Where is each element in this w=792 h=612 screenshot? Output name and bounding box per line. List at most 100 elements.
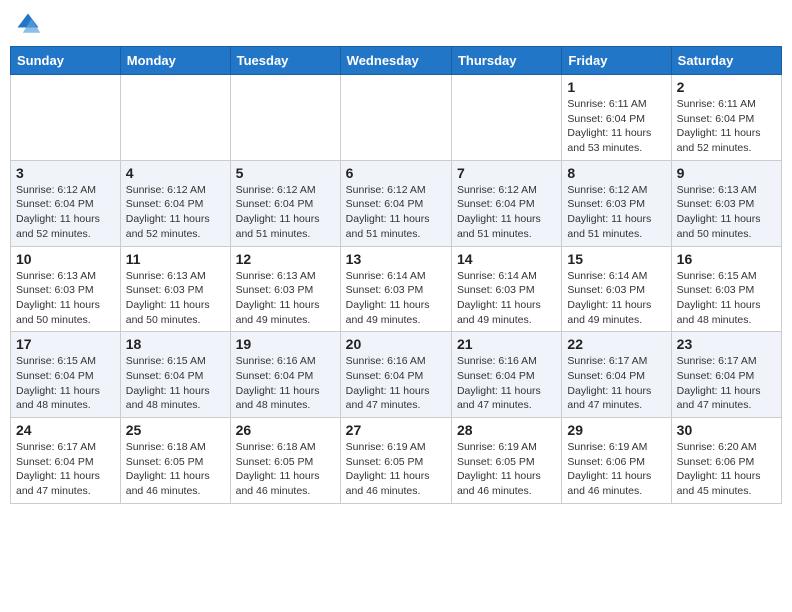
day-info: Sunrise: 6:17 AM Sunset: 6:04 PM Dayligh… — [16, 440, 115, 499]
calendar-table: SundayMondayTuesdayWednesdayThursdayFrid… — [10, 46, 782, 504]
calendar-cell: 18 Sunrise: 6:15 AM Sunset: 6:04 PM Dayli… — [120, 332, 230, 418]
calendar-week-row: 1 Sunrise: 6:11 AM Sunset: 6:04 PM Daylig… — [11, 75, 782, 161]
day-number: 1 — [567, 79, 665, 95]
calendar-day-header: Tuesday — [230, 47, 340, 75]
calendar-cell: 28 Sunrise: 6:19 AM Sunset: 6:05 PM Dayli… — [451, 418, 561, 504]
calendar-cell: 30 Sunrise: 6:20 AM Sunset: 6:06 PM Dayli… — [671, 418, 781, 504]
day-number: 26 — [236, 422, 335, 438]
day-number: 4 — [126, 165, 225, 181]
day-number: 13 — [346, 251, 446, 267]
page-header — [10, 10, 782, 38]
calendar-cell — [11, 75, 121, 161]
calendar-cell: 22 Sunrise: 6:17 AM Sunset: 6:04 PM Dayli… — [562, 332, 671, 418]
day-info: Sunrise: 6:11 AM Sunset: 6:04 PM Dayligh… — [677, 97, 776, 156]
day-number: 22 — [567, 336, 665, 352]
calendar-cell: 5Sunrise: 6:12 AM Sunset: 6:04 PM Daylig… — [230, 160, 340, 246]
calendar-cell: 11Sunrise: 6:13 AM Sunset: 6:03 PM Dayli… — [120, 246, 230, 332]
day-info: Sunrise: 6:19 AM Sunset: 6:05 PM Dayligh… — [457, 440, 556, 499]
day-number: 28 — [457, 422, 556, 438]
calendar-cell: 7Sunrise: 6:12 AM Sunset: 6:04 PM Daylig… — [451, 160, 561, 246]
calendar-cell: 25 Sunrise: 6:18 AM Sunset: 6:05 PM Dayli… — [120, 418, 230, 504]
day-info: Sunrise: 6:18 AM Sunset: 6:05 PM Dayligh… — [236, 440, 335, 499]
calendar-day-header: Friday — [562, 47, 671, 75]
calendar-cell: 3 Sunrise: 6:12 AM Sunset: 6:04 PM Daylig… — [11, 160, 121, 246]
day-number: 29 — [567, 422, 665, 438]
calendar-day-header: Saturday — [671, 47, 781, 75]
logo-icon — [14, 10, 42, 38]
calendar-cell: 17 Sunrise: 6:15 AM Sunset: 6:04 PM Dayli… — [11, 332, 121, 418]
day-info: Sunrise: 6:16 AM Sunset: 6:04 PM Dayligh… — [457, 354, 556, 413]
calendar-cell: 29 Sunrise: 6:19 AM Sunset: 6:06 PM Dayli… — [562, 418, 671, 504]
calendar-cell: 8 Sunrise: 6:12 AM Sunset: 6:03 PM Daylig… — [562, 160, 671, 246]
day-info: Sunrise: 6:12 AM Sunset: 6:04 PM Dayligh… — [457, 183, 556, 242]
day-info: Sunrise: 6:20 AM Sunset: 6:06 PM Dayligh… — [677, 440, 776, 499]
calendar-cell — [230, 75, 340, 161]
day-number: 12 — [236, 251, 335, 267]
calendar-cell: 19Sunrise: 6:16 AM Sunset: 6:04 PM Dayli… — [230, 332, 340, 418]
calendar-cell: 14 Sunrise: 6:14 AM Sunset: 6:03 PM Dayli… — [451, 246, 561, 332]
day-info: Sunrise: 6:19 AM Sunset: 6:06 PM Dayligh… — [567, 440, 665, 499]
day-info: Sunrise: 6:14 AM Sunset: 6:03 PM Dayligh… — [346, 269, 446, 328]
day-number: 11 — [126, 251, 225, 267]
day-info: Sunrise: 6:19 AM Sunset: 6:05 PM Dayligh… — [346, 440, 446, 499]
calendar-cell — [120, 75, 230, 161]
day-info: Sunrise: 6:12 AM Sunset: 6:03 PM Dayligh… — [567, 183, 665, 242]
calendar-cell: 13 Sunrise: 6:14 AM Sunset: 6:03 PM Dayli… — [340, 246, 451, 332]
day-number: 14 — [457, 251, 556, 267]
calendar-week-row: 17 Sunrise: 6:15 AM Sunset: 6:04 PM Dayli… — [11, 332, 782, 418]
calendar-cell: 27Sunrise: 6:19 AM Sunset: 6:05 PM Dayli… — [340, 418, 451, 504]
day-number: 10 — [16, 251, 115, 267]
day-number: 2 — [677, 79, 776, 95]
calendar-cell — [340, 75, 451, 161]
day-info: Sunrise: 6:12 AM Sunset: 6:04 PM Dayligh… — [236, 183, 335, 242]
day-number: 21 — [457, 336, 556, 352]
day-info: Sunrise: 6:13 AM Sunset: 6:03 PM Dayligh… — [677, 183, 776, 242]
day-number: 19 — [236, 336, 335, 352]
day-number: 17 — [16, 336, 115, 352]
day-number: 3 — [16, 165, 115, 181]
day-info: Sunrise: 6:15 AM Sunset: 6:04 PM Dayligh… — [126, 354, 225, 413]
day-number: 25 — [126, 422, 225, 438]
day-info: Sunrise: 6:14 AM Sunset: 6:03 PM Dayligh… — [567, 269, 665, 328]
day-number: 23 — [677, 336, 776, 352]
day-number: 15 — [567, 251, 665, 267]
calendar-cell: 9 Sunrise: 6:13 AM Sunset: 6:03 PM Daylig… — [671, 160, 781, 246]
day-info: Sunrise: 6:15 AM Sunset: 6:03 PM Dayligh… — [677, 269, 776, 328]
day-info: Sunrise: 6:13 AM Sunset: 6:03 PM Dayligh… — [236, 269, 335, 328]
day-info: Sunrise: 6:12 AM Sunset: 6:04 PM Dayligh… — [16, 183, 115, 242]
day-info: Sunrise: 6:11 AM Sunset: 6:04 PM Dayligh… — [567, 97, 665, 156]
calendar-cell: 23Sunrise: 6:17 AM Sunset: 6:04 PM Dayli… — [671, 332, 781, 418]
logo — [14, 10, 46, 38]
calendar-cell: 2 Sunrise: 6:11 AM Sunset: 6:04 PM Daylig… — [671, 75, 781, 161]
day-info: Sunrise: 6:12 AM Sunset: 6:04 PM Dayligh… — [346, 183, 446, 242]
day-number: 9 — [677, 165, 776, 181]
calendar-day-header: Wednesday — [340, 47, 451, 75]
day-info: Sunrise: 6:15 AM Sunset: 6:04 PM Dayligh… — [16, 354, 115, 413]
day-number: 24 — [16, 422, 115, 438]
day-number: 20 — [346, 336, 446, 352]
day-info: Sunrise: 6:16 AM Sunset: 6:04 PM Dayligh… — [346, 354, 446, 413]
day-info: Sunrise: 6:17 AM Sunset: 6:04 PM Dayligh… — [567, 354, 665, 413]
day-info: Sunrise: 6:13 AM Sunset: 6:03 PM Dayligh… — [16, 269, 115, 328]
day-number: 18 — [126, 336, 225, 352]
day-info: Sunrise: 6:14 AM Sunset: 6:03 PM Dayligh… — [457, 269, 556, 328]
calendar-cell: 15 Sunrise: 6:14 AM Sunset: 6:03 PM Dayli… — [562, 246, 671, 332]
calendar-week-row: 3 Sunrise: 6:12 AM Sunset: 6:04 PM Daylig… — [11, 160, 782, 246]
calendar-week-row: 10 Sunrise: 6:13 AM Sunset: 6:03 PM Dayli… — [11, 246, 782, 332]
calendar-cell: 10 Sunrise: 6:13 AM Sunset: 6:03 PM Dayli… — [11, 246, 121, 332]
calendar-day-header: Monday — [120, 47, 230, 75]
calendar-week-row: 24 Sunrise: 6:17 AM Sunset: 6:04 PM Dayli… — [11, 418, 782, 504]
calendar-cell: 24 Sunrise: 6:17 AM Sunset: 6:04 PM Dayli… — [11, 418, 121, 504]
day-number: 8 — [567, 165, 665, 181]
calendar-cell — [451, 75, 561, 161]
day-number: 16 — [677, 251, 776, 267]
calendar-cell: 20 Sunrise: 6:16 AM Sunset: 6:04 PM Dayli… — [340, 332, 451, 418]
calendar-cell: 4Sunrise: 6:12 AM Sunset: 6:04 PM Daylig… — [120, 160, 230, 246]
calendar-day-header: Thursday — [451, 47, 561, 75]
day-number: 30 — [677, 422, 776, 438]
calendar-day-header: Sunday — [11, 47, 121, 75]
calendar-cell: 16 Sunrise: 6:15 AM Sunset: 6:03 PM Dayli… — [671, 246, 781, 332]
calendar-cell: 26 Sunrise: 6:18 AM Sunset: 6:05 PM Dayli… — [230, 418, 340, 504]
calendar-cell: 6Sunrise: 6:12 AM Sunset: 6:04 PM Daylig… — [340, 160, 451, 246]
day-info: Sunrise: 6:18 AM Sunset: 6:05 PM Dayligh… — [126, 440, 225, 499]
